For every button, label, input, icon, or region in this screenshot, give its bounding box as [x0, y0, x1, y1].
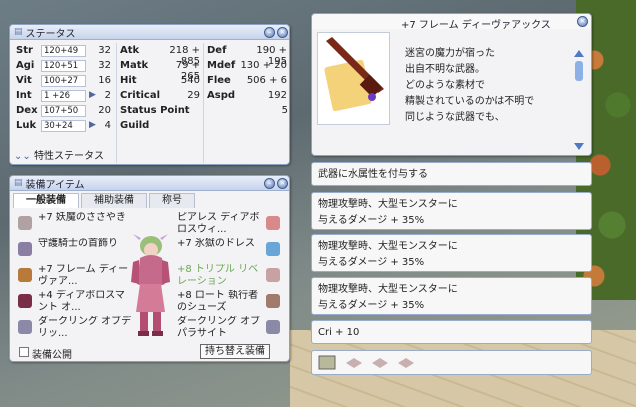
necklace-icon: [15, 238, 35, 260]
status-title-bar[interactable]: ▤ ステータス – ×: [10, 25, 289, 40]
item-title-bar[interactable]: +7 フレーム ディーヴァアックス ×: [312, 14, 591, 31]
scrollbar[interactable]: [574, 50, 584, 150]
close-icon[interactable]: ×: [277, 27, 288, 38]
empty-slot-icon: [398, 358, 414, 368]
stat-label: Status Point: [120, 105, 190, 116]
stat-value: 30+24: [41, 120, 86, 132]
character-sprite: [131, 234, 170, 336]
equip-slot-right[interactable]: ダークリング オブパラサイト: [177, 316, 263, 342]
effect-box: 物理攻撃時、大型モンスターに 与えるダメージ + 35%: [311, 192, 592, 230]
close-icon[interactable]: ×: [277, 178, 288, 189]
cape-icon: [15, 290, 35, 312]
stat-cost: 2: [104, 90, 111, 101]
special-status-toggle[interactable]: ⌄⌄ 特性ステータス: [14, 147, 104, 162]
stat-value: 120+51: [41, 60, 86, 72]
minimize-icon[interactable]: –: [264, 178, 275, 189]
scroll-icon: ▤: [14, 27, 23, 37]
stat-label: Guild: [120, 120, 150, 131]
stat-cost: 16: [98, 75, 111, 86]
axe-icon: [324, 37, 384, 112]
switch-equipment-button[interactable]: 持ち替え装備: [200, 344, 270, 359]
stat-value: 506 + 6: [246, 75, 287, 86]
equip-slot-left[interactable]: 守護騎士の首飾り: [38, 238, 134, 264]
axe-icon: [15, 264, 35, 286]
tab-sub[interactable]: 補助装備: [81, 193, 147, 208]
stat-label: Agi: [16, 60, 35, 71]
stat-label: Matk: [120, 60, 149, 71]
divider: [116, 43, 117, 163]
stat-label: Aspd: [207, 90, 236, 101]
stat-label: Vit: [16, 75, 32, 86]
status-window: ▤ ステータス – × Str 120+49 32 Agi 120+51 32 Vi…: [9, 24, 290, 165]
special-status-label: 特性ステータス: [33, 151, 104, 162]
empty-slot-icon: [372, 358, 388, 368]
stat-label: Flee: [207, 75, 231, 86]
equip-title-bar[interactable]: ▤ 装備アイテム – ×: [10, 176, 289, 191]
effect-box: Cri + 10: [311, 320, 592, 344]
chevron-down-icon: ⌄⌄: [14, 151, 31, 162]
equip-slot-left[interactable]: ダークリング オブデリッ...: [38, 316, 134, 342]
close-icon[interactable]: ×: [577, 16, 588, 27]
status-title: ステータス: [25, 28, 76, 40]
stat-label: Str: [16, 45, 33, 56]
stat-label: Luk: [16, 120, 37, 131]
stat-value: 100+27: [41, 75, 86, 87]
gauntlet-icon: [15, 212, 35, 234]
equip-slot-left[interactable]: +7 妖魔のささやき: [38, 212, 134, 238]
item-name: +7 フレーム ディーヴァアックス: [401, 20, 551, 31]
equipment-window: ▤ 装備アイテム – × 一般装備 補助装備 称号 +7 妖魔のささやき 守護騎…: [9, 175, 290, 362]
equip-slot-left[interactable]: +4 ディアボロスマント オ...: [38, 290, 134, 316]
equip-slot-left[interactable]: +7 フレーム ディーヴァア...: [38, 264, 134, 290]
stat-value: 540: [180, 75, 200, 86]
stat-value: 120+49: [41, 45, 86, 57]
equip-slot-right[interactable]: +8 ロート 執行者のシューズ: [177, 290, 263, 316]
stat-label: Def: [207, 45, 227, 56]
stat-value: 5: [281, 105, 288, 116]
equip-slot-right[interactable]: ピアレス ディアボロスウィ...: [177, 212, 263, 238]
scroll-icon: ▤: [14, 178, 23, 188]
card-icon: [318, 355, 336, 370]
stat-value: 1 +26: [41, 90, 86, 102]
equip-title: 装備アイテム: [25, 179, 85, 191]
stat-label: Critical: [120, 90, 161, 101]
effect-box: 物理攻撃時、大型モンスターに 与えるダメージ + 35%: [311, 277, 592, 315]
equip-tabs: 一般装備 補助装備 称号: [13, 193, 197, 208]
stat-value: 192: [267, 90, 287, 101]
stat-value: 130 + 20: [240, 60, 287, 71]
ring-icon: [15, 316, 35, 338]
stat-label: Hit: [120, 75, 137, 86]
minimize-icon[interactable]: –: [264, 27, 275, 38]
public-equipment-label: 装備公開: [32, 350, 72, 361]
public-equipment-checkbox[interactable]: [19, 347, 29, 357]
item-illustration: [317, 32, 390, 125]
stat-label: Mdef: [207, 60, 236, 71]
effect-box: 武器に水属性を付与する: [311, 162, 592, 186]
stat-label: Int: [16, 90, 32, 101]
empty-slot-icon: [346, 358, 362, 368]
stat-value: 29: [187, 90, 200, 101]
sword-icon: [263, 264, 283, 286]
boots-icon: [263, 290, 283, 312]
stat-label: Dex: [16, 105, 38, 116]
divider: [203, 43, 204, 163]
stat-cost: 4: [104, 120, 111, 131]
ring-icon: [263, 316, 283, 338]
stat-cost: 32: [98, 45, 111, 56]
effect-box: 物理攻撃時、大型モンスターに 与えるダメージ + 35%: [311, 234, 592, 272]
card-slots: [311, 350, 592, 375]
item-description: 迷宮の魔力が宿った 出自不明な武器。 どのような素材で 精製されているのかは不明…: [405, 48, 535, 123]
wings-icon: [263, 212, 283, 234]
stat-cost: 20: [98, 105, 111, 116]
tab-general[interactable]: 一般装備: [13, 193, 79, 208]
tab-title[interactable]: 称号: [149, 193, 195, 208]
equip-slot-right[interactable]: +7 氷獄のドレス: [177, 238, 263, 264]
stat-cost: 32: [98, 60, 111, 71]
equip-slot-right[interactable]: +8 トリプル リベレーション: [177, 264, 263, 290]
stat-value: 107+50: [41, 105, 86, 117]
stat-label: Atk: [120, 45, 140, 56]
dress-icon: [263, 238, 283, 260]
item-description-window: +7 フレーム ディーヴァアックス × 迷宮の魔力が宿った 出自不明な武器。 ど…: [311, 13, 592, 156]
